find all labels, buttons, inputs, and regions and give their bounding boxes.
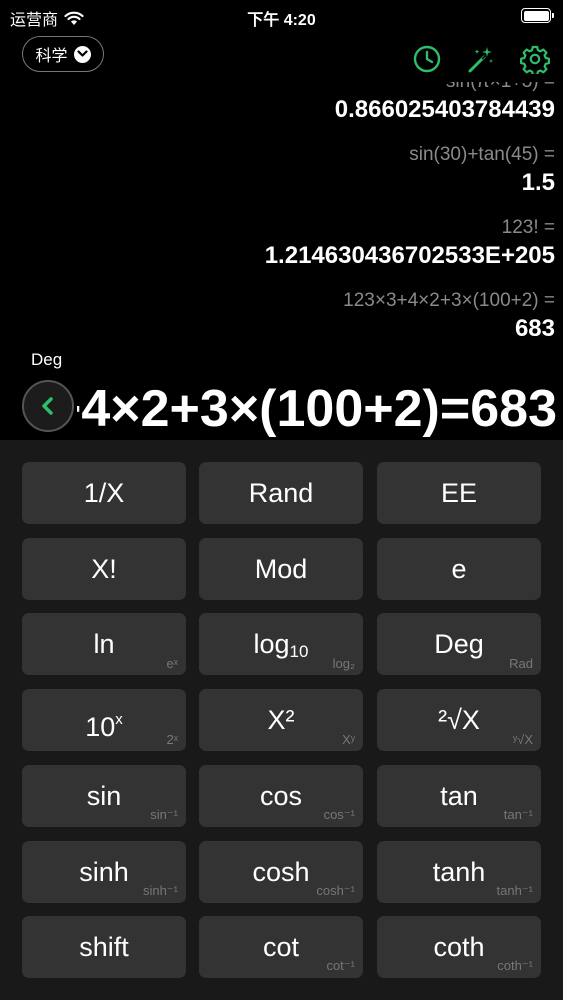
key-secondary-label: Xʸ [342,732,355,747]
mode-selector[interactable]: 科学 [22,36,104,72]
main-display: 123×3+4×2+3×(100+2)=683 [77,378,557,440]
battery-icon [521,8,554,23]
mode-label: 科学 [35,48,68,65]
key-tan-button[interactable]: tan tan⁻¹ [377,765,541,827]
history-expression: sin(30)+tan(45) = [409,144,555,165]
key-label: e [451,554,467,584]
history-entry[interactable]: sin(30)+tan(45) = 1.5 [0,143,555,199]
backspace-button[interactable] [22,380,74,432]
history-result: 1.5 [521,169,555,196]
key-label: shift [79,932,129,962]
key-secondary-label: sinh⁻¹ [142,883,178,898]
key-rand-button[interactable]: Rand [199,462,363,524]
key-cot-button[interactable]: cot cot⁻¹ [199,916,363,978]
key-secondary-label: log₂ [332,656,355,671]
key-e-button[interactable]: e [377,538,541,600]
key--x-button[interactable]: ²√X ʸ√X [377,689,541,751]
history-expression: 123! = [501,217,555,238]
history-expression: 123×3+4×2+3×(100+2) = [343,290,555,311]
status-bar: 运营商 下午 4:20 [0,0,563,32]
key-1-x-button[interactable]: 1/X [22,462,186,524]
history-entry[interactable]: sin(π×1÷3) = 0.866025403784439 [0,82,555,126]
display-text: 123×3+4×2+3×(100+2)=683 [77,380,557,438]
key-secondary-label: sin⁻¹ [150,807,178,822]
key-label: EE [440,478,478,508]
key-label: Rand [248,478,314,508]
key-secondary-label: coth⁻¹ [497,958,533,973]
key-sinh-button[interactable]: sinh sinh⁻¹ [22,841,186,903]
key-secondary-label: cosh⁻¹ [316,883,355,898]
history-list: sin(π×1÷3) = 0.866025403784439 sin(30)+t… [0,82,555,362]
key-secondary-label: Rad [509,656,533,671]
key-secondary-label: ʸ√X [513,732,533,747]
chevron-left-icon [42,397,53,415]
key-mod-button[interactable]: Mod [199,538,363,600]
key-tanh-button[interactable]: tanh tanh⁻¹ [377,841,541,903]
key-secondary-label: 2ˣ [166,732,179,747]
key-label: ln [93,629,115,659]
key-secondary-label: eˣ [166,656,179,671]
key-x--button[interactable]: X² Xʸ [199,689,363,751]
key-sin-button[interactable]: sin sin⁻¹ [22,765,186,827]
key-label: 10x [85,711,123,742]
key-deg-button[interactable]: Deg Rad [377,613,541,675]
chevron-down-icon [73,45,91,63]
key-label: Mod [254,554,308,584]
history-clock-icon[interactable] [412,44,442,74]
key-cos-button[interactable]: cos cos⁻¹ [199,765,363,827]
key-ln-button[interactable]: ln eˣ [22,613,186,675]
history-entry[interactable]: 123×3+4×2+3×(100+2) = 683 [0,289,555,345]
key-ee-button[interactable]: EE [377,462,541,524]
key-label: X² [267,705,295,735]
gear-icon[interactable] [520,44,550,76]
history-result: 0.866025403784439 [334,96,555,123]
history-result: 683 [514,315,555,342]
status-time: 下午 4:20 [247,12,316,29]
history-expression: sin(π×1÷3) = [0,82,555,94]
history-result: 1.214630436702533E+205 [264,242,555,269]
key-cosh-button[interactable]: cosh cosh⁻¹ [199,841,363,903]
history-entry[interactable]: 123! = 1.214630436702533E+205 [0,216,555,272]
key-log10-button[interactable]: log10 log₂ [199,613,363,675]
key-shift-button[interactable]: shift [22,916,186,978]
keypad: 1/X Rand EE X! Mod e ln eˣ log10 log₂ Deg Rad 10x 2ˣ X… [0,440,563,1000]
key-secondary-label: tan⁻¹ [503,807,533,822]
angle-mode-label: Deg [31,350,63,369]
key-secondary-label: tanh⁻¹ [496,883,534,898]
key-x--button[interactable]: X! [22,538,186,600]
key-10x-button[interactable]: 10x 2ˣ [22,689,186,751]
key-label: 1/X [83,478,125,508]
key-label: log10 [253,629,309,661]
key-secondary-label: cos⁻¹ [323,807,355,822]
key-label: X! [91,554,117,584]
key-secondary-label: cot⁻¹ [326,958,355,973]
key-coth-button[interactable]: coth coth⁻¹ [377,916,541,978]
magic-wand-icon[interactable] [466,44,496,74]
